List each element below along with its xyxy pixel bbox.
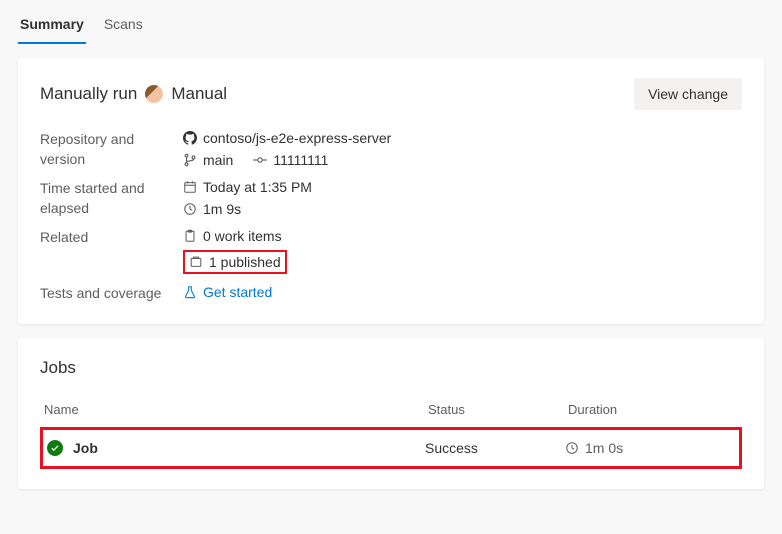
flask-icon (183, 285, 197, 299)
summary-card: Manually run Manual View change Reposito… (18, 58, 764, 324)
clipboard-icon (183, 229, 197, 243)
run-title: Manually run Manual (40, 84, 227, 104)
col-duration: Duration (568, 402, 738, 417)
run-title-prefix: Manually run (40, 84, 137, 104)
started-text: Today at 1:35 PM (203, 179, 312, 195)
job-duration-text: 1m 0s (585, 440, 623, 456)
label-tests: Tests and coverage (40, 284, 175, 304)
repo-line[interactable]: contoso/js-e2e-express-server (183, 130, 742, 146)
jobs-title: Jobs (40, 358, 742, 378)
elapsed-text: 1m 9s (203, 201, 241, 217)
value-repo: contoso/js-e2e-express-server main 11111… (183, 130, 742, 168)
col-status: Status (428, 402, 568, 417)
view-change-button[interactable]: View change (634, 78, 742, 110)
job-row-highlight: Job Success 1m 0s (40, 427, 742, 469)
avatar (145, 85, 163, 103)
value-tests: Get started (183, 284, 742, 300)
tab-summary[interactable]: Summary (18, 10, 86, 44)
run-title-suffix: Manual (171, 84, 227, 104)
tab-scans[interactable]: Scans (102, 10, 145, 44)
summary-header: Manually run Manual View change (40, 78, 742, 110)
label-repo: Repository and version (40, 130, 175, 169)
branch-commit-line: main 11111111 (183, 152, 742, 168)
tests-line[interactable]: Get started (183, 284, 742, 300)
calendar-icon (183, 180, 197, 194)
job-duration-cell: 1m 0s (565, 440, 735, 456)
published-highlight: 1 published (183, 250, 742, 274)
branch-icon (183, 153, 197, 167)
work-items-line[interactable]: 0 work items (183, 228, 742, 244)
job-name-text: Job (73, 440, 98, 456)
success-icon (47, 440, 63, 456)
tab-bar: Summary Scans (0, 0, 782, 44)
jobs-header: Name Status Duration (40, 396, 742, 427)
elapsed-line: 1m 9s (183, 201, 742, 217)
clock-icon (565, 441, 579, 455)
started-line: Today at 1:35 PM (183, 179, 742, 195)
info-grid: Repository and version contoso/js-e2e-ex… (40, 130, 742, 304)
job-name-cell: Job (47, 440, 425, 456)
published-link[interactable]: 1 published (209, 254, 281, 270)
label-related: Related (40, 228, 175, 248)
commit-icon (253, 153, 267, 167)
value-related: 0 work items 1 published (183, 228, 742, 274)
job-row[interactable]: Job Success 1m 0s (43, 430, 739, 466)
label-time: Time started and elapsed (40, 179, 175, 218)
get-started-link[interactable]: Get started (203, 284, 272, 300)
clock-icon (183, 202, 197, 216)
github-icon (183, 131, 197, 145)
job-status-cell: Success (425, 440, 565, 456)
branch-name[interactable]: main (203, 152, 233, 168)
jobs-card: Jobs Name Status Duration Job Success 1m… (18, 338, 764, 489)
value-time: Today at 1:35 PM 1m 9s (183, 179, 742, 217)
commit-hash[interactable]: 11111111 (273, 152, 328, 168)
col-name: Name (44, 402, 428, 417)
artifact-icon (189, 255, 203, 269)
work-items-text: 0 work items (203, 228, 282, 244)
repo-name: contoso/js-e2e-express-server (203, 130, 391, 146)
